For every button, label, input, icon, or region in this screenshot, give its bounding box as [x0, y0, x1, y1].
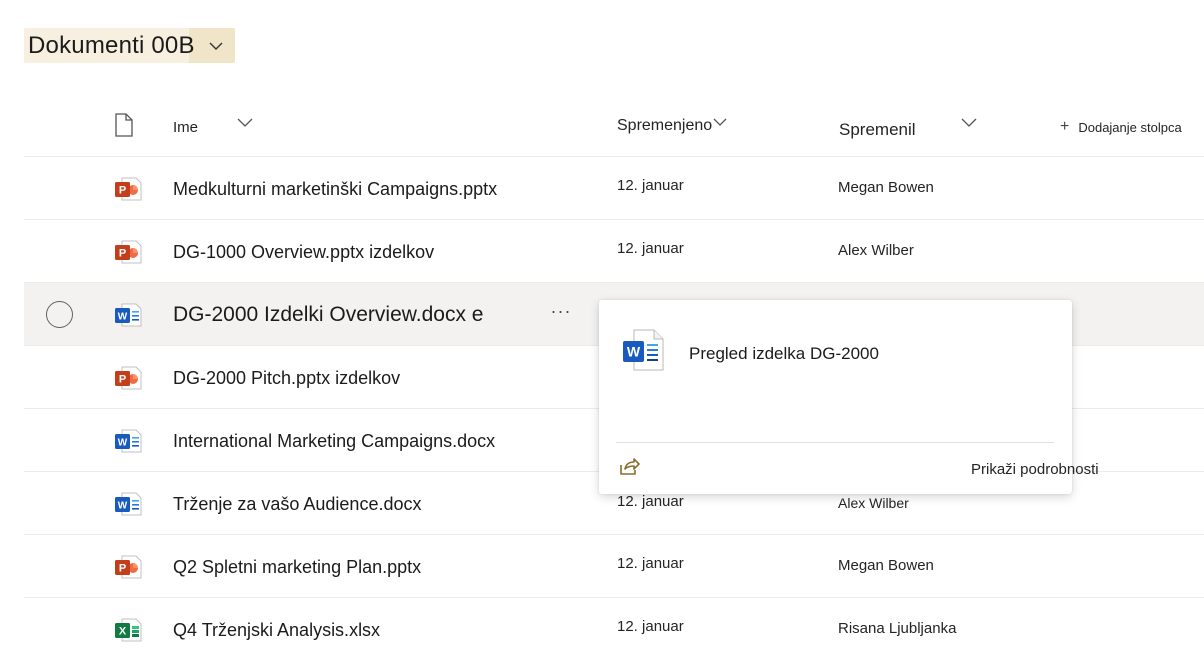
modified-by[interactable]: Megan Bowen	[838, 557, 934, 574]
word-file-icon: W	[113, 427, 143, 455]
powerpoint-file-icon: P	[113, 553, 143, 581]
modified-by[interactable]: Megan Bowen	[838, 179, 934, 196]
modified-date: 12. januar	[617, 555, 684, 572]
svg-text:P: P	[119, 374, 126, 386]
svg-text:P: P	[119, 248, 126, 260]
share-icon[interactable]	[618, 456, 640, 478]
more-options-button[interactable]: ···	[547, 299, 575, 323]
plus-icon: +	[1060, 118, 1070, 135]
library-title[interactable]: Dokumenti 00B	[24, 28, 235, 63]
modified-date: 12. januar	[617, 240, 684, 257]
powerpoint-file-icon: P	[113, 238, 143, 266]
row-select-checkbox[interactable]	[46, 301, 73, 328]
table-row[interactable]: P DG-1000 Overview.pptx izdelkov 12. jan…	[24, 220, 1204, 283]
powerpoint-file-icon: P	[113, 364, 143, 392]
file-name-link[interactable]: DG-2000 Pitch.pptx izdelkov	[173, 368, 400, 389]
svg-text:W: W	[118, 501, 128, 512]
excel-file-icon: X	[113, 616, 143, 644]
file-hover-card: W Pregled izdelka DG-2000 Prikaži podrob…	[599, 300, 1099, 494]
add-column-button[interactable]: + Dodajanje stolpca	[1060, 119, 1182, 135]
word-document-icon: W	[621, 328, 665, 372]
show-details-link[interactable]: Prikaži podrobnosti	[971, 461, 1099, 478]
word-file-icon: W	[113, 490, 143, 518]
svg-text:W: W	[118, 312, 128, 323]
modified-by[interactable]: Alex Wilber	[838, 242, 914, 259]
library-title-text: Dokumenti 00B	[28, 31, 195, 59]
svg-text:P: P	[119, 563, 126, 575]
svg-text:W: W	[627, 344, 641, 360]
file-name-link[interactable]: DG-1000 Overview.pptx izdelkov	[173, 242, 434, 263]
file-name-link[interactable]: International Marketing Campaigns.docx	[173, 431, 495, 452]
file-name-link[interactable]: Q2 Spletni marketing Plan.pptx	[173, 557, 421, 578]
table-row[interactable]: P Medkulturni marketinški Campaigns.pptx…	[24, 157, 1204, 220]
file-name-link[interactable]: Q4 Trženjski Analysis.xlsx	[173, 620, 380, 641]
table-row[interactable]: P Q2 Spletni marketing Plan.pptx 12. jan…	[24, 535, 1204, 598]
file-name-link[interactable]: Medkulturni marketinški Campaigns.pptx	[173, 179, 497, 200]
modified-by[interactable]: Risana Ljubljanka	[838, 620, 956, 637]
chevron-down-icon[interactable]	[207, 37, 225, 55]
modified-date: 12. januar	[617, 618, 684, 635]
hover-card-divider	[616, 442, 1054, 443]
table-row[interactable]: X Q4 Trženjski Analysis.xlsx 12. januar …	[24, 598, 1204, 658]
file-name-link[interactable]: DG-2000 Izdelki Overview.docx e	[173, 303, 483, 327]
column-header-row: Ime Spremenjeno Spremenil + Dodajanje st…	[24, 95, 1204, 157]
chevron-down-icon[interactable]	[237, 117, 253, 127]
column-header-modified-by[interactable]: Spremenil	[839, 120, 916, 140]
add-column-label: Dodajanje stolpca	[1078, 119, 1182, 135]
svg-text:W: W	[118, 438, 128, 449]
column-header-modified[interactable]: Spremenjeno	[617, 117, 712, 135]
chevron-down-icon[interactable]	[961, 117, 977, 127]
hover-card-title[interactable]: Pregled izdelka DG-2000	[689, 344, 879, 364]
file-type-column-icon[interactable]	[114, 113, 134, 137]
file-name-link[interactable]: Trženje za vašo Audience.docx	[173, 494, 421, 515]
svg-text:P: P	[119, 185, 126, 197]
modified-date: 12. januar	[617, 493, 698, 510]
word-file-icon: W	[113, 301, 143, 329]
modified-by[interactable]: Alex Wilber	[838, 495, 923, 511]
modified-date: 12. januar	[617, 177, 684, 194]
powerpoint-file-icon: P	[113, 175, 143, 203]
chevron-down-icon[interactable]	[713, 117, 727, 127]
svg-text:X: X	[119, 626, 127, 638]
column-header-name[interactable]: Ime	[173, 119, 198, 136]
